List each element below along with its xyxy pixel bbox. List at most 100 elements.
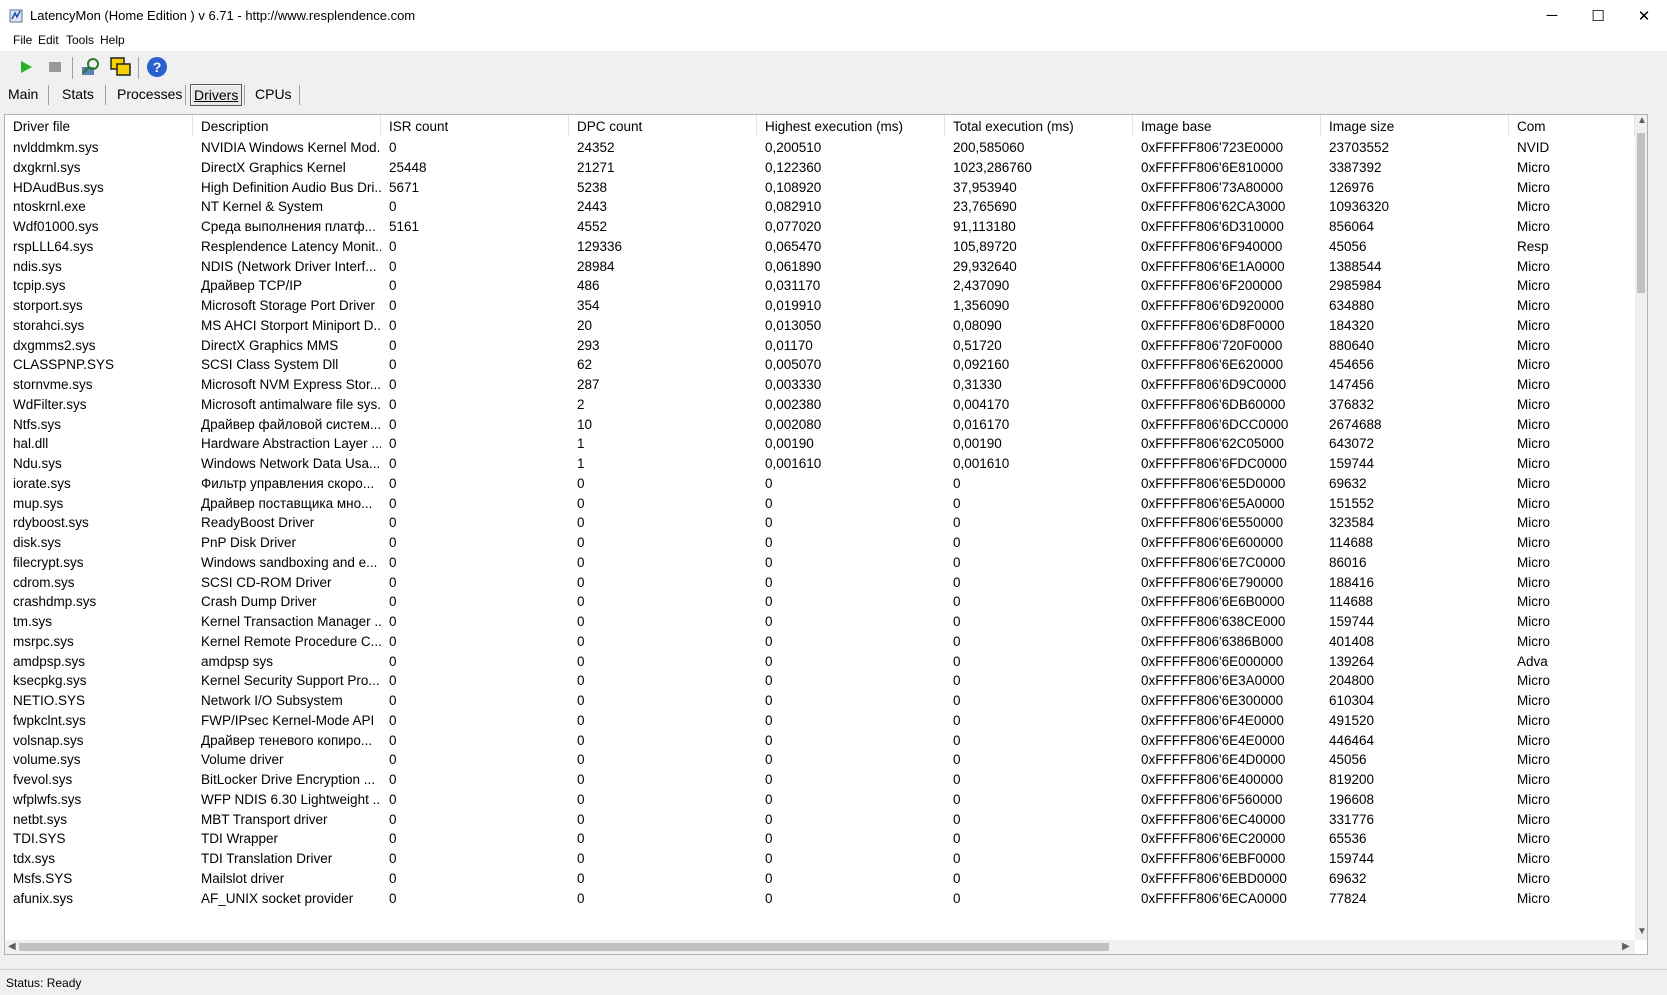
cell-description: Windows sandboxing and e...	[201, 554, 378, 570]
cell-description: Crash Dump Driver	[201, 594, 317, 610]
tab-stats[interactable]: Stats	[62, 84, 94, 104]
table-row[interactable]: Ntfs.sys Драйвер файловой систем... 0 10 0,0…	[5, 414, 1635, 435]
cell-company: Micro	[1517, 456, 1550, 471]
table-row[interactable]: msrpc.sys Kernel Remote Procedure C... 0 0 0…	[5, 631, 1635, 652]
table-row[interactable]: mup.sys Драйвер поставщика мно... 0 0 0 0 0xFF…	[5, 493, 1635, 514]
scroll-left-arrow-icon[interactable]: ◀	[8, 941, 16, 952]
table-row[interactable]: iorate.sys Фильтр управления скоро... 0 0 0 0…	[5, 473, 1635, 494]
cell-image-size: 188416	[1329, 574, 1375, 590]
table-row[interactable]: crashdmp.sys Crash Dump Driver 0 0 0 0 0xFFFFF…	[5, 591, 1635, 612]
table-row[interactable]: tdx.sys TDI Translation Driver 0 0 0 0 0xFFFFF…	[5, 848, 1635, 869]
table-row[interactable]: TDI.SYS TDI Wrapper 0 0 0 0 0xFFFFF806'6EC2000…	[5, 828, 1635, 849]
tab-cpus[interactable]: CPUs	[255, 84, 292, 104]
cell-image-size: 159744	[1329, 851, 1375, 866]
cell-company: Micro	[1517, 772, 1550, 787]
table-row[interactable]: nvlddmkm.sys NVIDIA Windows Kernel Mod...…	[5, 137, 1635, 158]
cell-image-size: 610304	[1329, 693, 1375, 708]
column-header-description[interactable]: Description	[193, 115, 381, 137]
minimize-button[interactable]: ─	[1529, 0, 1575, 31]
column-header-isr-count[interactable]: ISR count	[381, 115, 569, 137]
cell-highest-execution: 0	[765, 475, 773, 491]
cell-company: Micro	[1517, 278, 1550, 294]
cell-description: DirectX Graphics MMS	[201, 337, 339, 353]
table-row[interactable]: cdrom.sys SCSI CD-ROM Driver 0 0 0 0 0xFFFFF80…	[5, 572, 1635, 593]
table-row[interactable]: tcpip.sys Драйвер TCP/IP 0 486 0,031170 2,437…	[5, 275, 1635, 296]
table-row[interactable]: storahci.sys MS AHCI Storport Miniport D.…	[5, 315, 1635, 336]
column-header-highest-execution[interactable]: Highest execution (ms)	[757, 115, 945, 137]
tab-main[interactable]: Main	[8, 84, 38, 104]
close-button[interactable]: ✕	[1621, 0, 1667, 31]
vertical-scrollbar[interactable]: ▲ ▼	[1635, 115, 1647, 940]
list-rows: nvlddmkm.sys NVIDIA Windows Kernel Mod...…	[5, 137, 1635, 932]
table-row[interactable]: filecrypt.sys Windows sandboxing and e...…	[5, 552, 1635, 573]
cell-image-size: 126976	[1329, 179, 1375, 195]
windows-icon[interactable]	[109, 55, 133, 79]
vertical-scroll-thumb[interactable]	[1637, 133, 1645, 293]
table-row[interactable]: Ndu.sys Windows Network Data Usa... 0 1 0,00…	[5, 453, 1635, 474]
cell-image-base: 0xFFFFF806'6386B000	[1141, 633, 1284, 649]
help-icon[interactable]: ?	[145, 55, 169, 79]
table-row[interactable]: rdyboost.sys ReadyBoost Driver 0 0 0 0 0xFFFFF…	[5, 512, 1635, 533]
search-icon[interactable]	[79, 55, 103, 79]
table-row[interactable]: wfplwfs.sys WFP NDIS 6.30 Lightweight ...…	[5, 789, 1635, 810]
menu-file[interactable]: File	[13, 33, 32, 47]
cell-dpc-count: 0	[577, 535, 585, 550]
table-row[interactable]: Msfs.SYS Mailslot driver 0 0 0 0 0xFFFFF806'6E…	[5, 868, 1635, 889]
column-header-total-execution[interactable]: Total execution (ms)	[945, 115, 1133, 137]
table-row[interactable]: hal.dll Hardware Abstraction Layer ... 0 1 0…	[5, 433, 1635, 454]
column-header-image-base[interactable]: Image base	[1133, 115, 1321, 137]
scroll-down-arrow-icon[interactable]: ▼	[1637, 926, 1647, 937]
horizontal-scroll-thumb[interactable]	[19, 943, 1109, 951]
cell-dpc-count: 0	[577, 515, 585, 531]
table-row[interactable]: amdpsp.sys amdpsp sys 0 0 0 0 0xFFFFF806'6E000…	[5, 651, 1635, 672]
menu-bar: File Edit Tools Help	[0, 31, 1667, 51]
table-row[interactable]: disk.sys PnP Disk Driver 0 0 0 0 0xFFFFF806'6E…	[5, 532, 1635, 553]
cell-company: Micro	[1517, 357, 1550, 373]
menu-tools[interactable]: Tools	[66, 33, 94, 47]
cell-highest-execution: 0	[765, 870, 773, 886]
table-row[interactable]: ksecpkg.sys Kernel Security Support Pro..…	[5, 670, 1635, 691]
play-icon[interactable]	[14, 55, 38, 79]
table-row[interactable]: dxgmms2.sys DirectX Graphics MMS 0 293 0,011…	[5, 335, 1635, 356]
table-row[interactable]: volume.sys Volume driver 0 0 0 0 0xFFFFF806'6E…	[5, 749, 1635, 770]
table-row[interactable]: NETIO.SYS Network I/O Subsystem 0 0 0 0 0xFFFF…	[5, 690, 1635, 711]
table-row[interactable]: storport.sys Microsoft Storage Port Drive…	[5, 295, 1635, 316]
tab-drivers[interactable]: Drivers	[190, 84, 243, 106]
horizontal-scrollbar[interactable]: ◀ ▶	[5, 940, 1635, 954]
table-row[interactable]: afunix.sys AF_UNIX socket provider 0 0 0 0 0xF…	[5, 888, 1635, 909]
table-row[interactable]: CLASSPNP.SYS SCSI Class System Dll 0 62 0,00…	[5, 354, 1635, 375]
scroll-up-arrow-icon[interactable]: ▲	[1637, 115, 1647, 126]
table-row[interactable]: tm.sys Kernel Transaction Manager ... 0 0 0 0…	[5, 611, 1635, 632]
table-row[interactable]: ndis.sys NDIS (Network Driver Interf... 0 2…	[5, 256, 1635, 277]
column-header-driver-file[interactable]: Driver file	[5, 115, 193, 137]
cell-description: Microsoft NVM Express Stor...	[201, 377, 381, 392]
cell-highest-execution: 0	[765, 752, 773, 768]
table-row[interactable]: volsnap.sys Драйвер теневого копиро... 0 0 0…	[5, 730, 1635, 751]
table-row[interactable]: ntoskrnl.exe NT Kernel & System 0 2443 0,082…	[5, 196, 1635, 217]
cell-company: Micro	[1517, 752, 1550, 768]
table-row[interactable]: rspLLL64.sys Resplendence Latency Monit..…	[5, 236, 1635, 257]
table-row[interactable]: Wdf01000.sys Среда выполнения платф... 516…	[5, 216, 1635, 237]
cell-image-size: 114688	[1329, 594, 1374, 610]
stop-icon[interactable]	[43, 55, 67, 79]
column-header-image-size[interactable]: Image size	[1321, 115, 1509, 137]
cell-total-execution: 0	[953, 890, 961, 906]
cell-isr-count: 0	[389, 357, 397, 373]
table-row[interactable]: dxgkrnl.sys DirectX Graphics Kernel 25448 2…	[5, 157, 1635, 178]
drivers-list[interactable]: Driver file Description ISR count DPC co…	[4, 114, 1648, 955]
column-header-dpc-count[interactable]: DPC count	[569, 115, 757, 137]
table-row[interactable]: HDAudBus.sys High Definition Audio Bus Dr…	[5, 177, 1635, 198]
column-header-company[interactable]: Com	[1509, 115, 1635, 137]
table-row[interactable]: netbt.sys MBT Transport driver 0 0 0 0 0xFFFFF…	[5, 809, 1635, 830]
cell-highest-execution: 0,061890	[765, 258, 822, 274]
table-row[interactable]: stornvme.sys Microsoft NVM Express Stor..…	[5, 374, 1635, 395]
menu-help[interactable]: Help	[100, 33, 125, 47]
maximize-button[interactable]: ☐	[1575, 0, 1621, 31]
scroll-right-arrow-icon[interactable]: ▶	[1622, 941, 1630, 952]
table-row[interactable]: WdFilter.sys Microsoft antimalware file s…	[5, 394, 1635, 415]
table-row[interactable]: fvevol.sys BitLocker Drive Encryption ...…	[5, 769, 1635, 790]
menu-edit[interactable]: Edit	[38, 33, 59, 47]
tab-processes[interactable]: Processes	[117, 84, 182, 104]
cell-image-size: 23703552	[1329, 140, 1390, 155]
table-row[interactable]: fwpkclnt.sys FWP/IPsec Kernel-Mode API 0 0 0…	[5, 710, 1635, 731]
